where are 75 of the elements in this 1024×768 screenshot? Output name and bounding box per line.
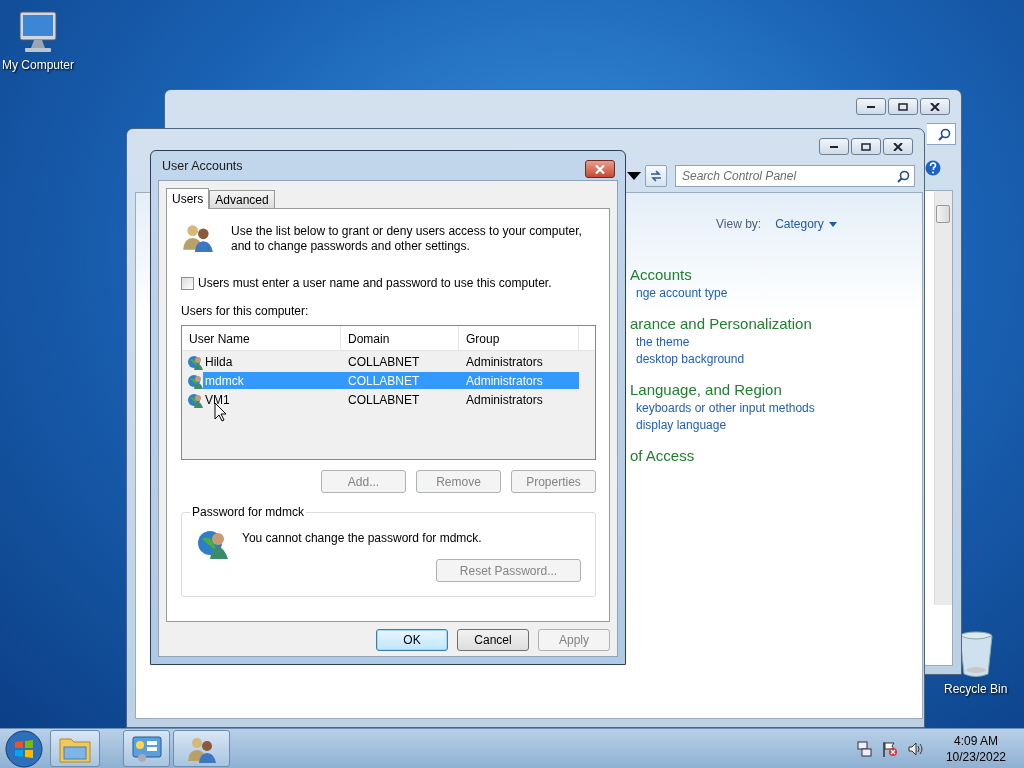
category-title[interactable]: arance and Personalization [630,314,922,334]
category-title[interactable]: Accounts [630,265,922,285]
search-icon [897,170,910,183]
checkbox-label[interactable]: Users must enter a user name and password to use this computer. [198,276,552,290]
tab[interactable]: Advanced [209,190,275,208]
table-cell-text: Administrators [465,373,544,388]
dialog-button[interactable]: Cancel [457,629,529,651]
category-link[interactable]: keyboards or other input methods [630,400,922,417]
table-cell-text: COLLABNET [347,392,421,407]
flag-icon[interactable] [881,740,898,757]
help-icon[interactable] [925,160,941,176]
close-icon [893,142,903,151]
table-cell-text: Hilda [204,354,234,369]
clock-time: 4:09 AM [953,732,998,749]
control-panel-icon [130,734,163,763]
category-link[interactable]: display language [630,417,922,434]
group-title: Password for mdmck [191,505,306,519]
maximize-button[interactable] [888,98,918,115]
network-icon[interactable] [856,740,872,757]
view-by-dropdown[interactable]: Category [775,217,837,231]
maximize-icon [861,142,871,151]
table-cell-text: Administrators [465,354,544,369]
table-cell-text: COLLABNET [347,373,421,388]
table-cell-text: COLLABNET [347,354,421,369]
mouse-pointer-icon [214,402,227,422]
category-link[interactable]: desktop background [630,351,922,368]
taskbar-button[interactable] [123,730,170,767]
column-header[interactable]: User Name [182,326,341,350]
taskbar-button[interactable] [50,730,100,767]
user-icon [187,353,203,370]
password-message: You cannot change the password for mdmck. [242,531,482,545]
dialog-title: User Accounts [162,158,243,173]
table-cell-text: VM1 [204,392,231,407]
table-cell-text: mdmck [204,373,245,388]
minimize-button[interactable] [819,138,849,155]
caret-icon [828,221,837,227]
category-link[interactable]: nge account type [630,285,922,302]
search-field[interactable]: Search Control Panel [675,165,915,187]
refresh-icon [649,169,663,183]
category-link[interactable]: the theme [630,334,922,351]
speaker-icon[interactable] [907,740,924,757]
minimize-button[interactable] [856,98,886,115]
close-icon [930,102,940,111]
category-title[interactable]: Language, and Region [630,380,922,400]
tab[interactable]: Users [166,188,210,209]
view-by-label: View by: [716,217,762,231]
intro-text: Use the list below to grant or deny users access to your computer, and to change passwords and other settings. [231,224,583,254]
desktop-icon-label: Recycle Bin [944,682,1008,696]
search-icon [938,128,951,141]
column-header[interactable]: Domain [341,326,459,350]
close-button[interactable] [920,98,950,115]
user-icon [187,372,203,389]
desktop-icon[interactable]: My Computer [2,10,75,72]
dialog-button[interactable]: OK [376,629,448,651]
clock[interactable]: 4:09 AM 10/23/2022 [945,732,1006,765]
scrollbar[interactable] [934,191,952,605]
taskbar-button[interactable] [173,730,230,767]
close-button[interactable] [883,138,913,155]
user-icon [187,391,203,408]
start-button[interactable] [4,728,44,768]
user-row[interactable]: VM1 COLLABNET Administrators [203,391,579,408]
search-field[interactable] [927,123,956,145]
refresh-button[interactable] [645,165,667,187]
close-icon [595,164,605,174]
close-button[interactable] [585,160,615,178]
desktop-icon-label: My Computer [2,58,75,72]
checkbox[interactable] [181,276,194,290]
user-row[interactable]: Hilda COLLABNET Administrators [203,353,579,370]
category-title[interactable]: of Access [630,446,922,466]
maximize-icon [898,102,908,111]
table-cell-text: Administrators [465,392,544,407]
clock-date: 10/23/2022 [945,748,1006,765]
maximize-button[interactable] [851,138,881,155]
column-header[interactable]: Group [459,326,579,350]
list-label: Users for this computer: [181,304,310,318]
